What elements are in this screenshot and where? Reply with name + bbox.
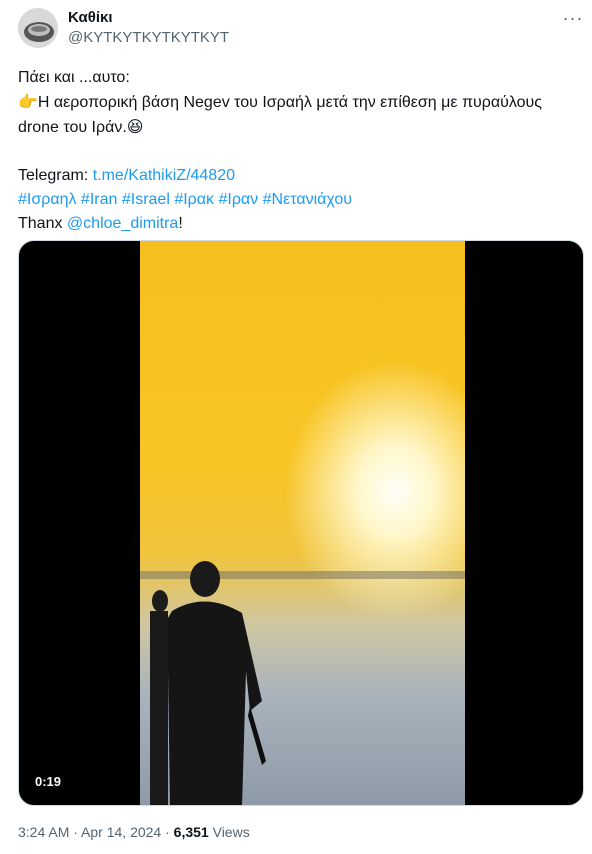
more-horizontal-icon: ··· bbox=[562, 7, 584, 28]
tweet-line-3: drone του Ιράν.😆 bbox=[18, 115, 578, 140]
avatar-image bbox=[18, 8, 58, 48]
tweet-line-3-text: drone του Ιράν. bbox=[18, 119, 127, 136]
tweet-line-2: 👉Η αεροπορική βάση Negev του Ισραήλ μετά… bbox=[18, 90, 578, 115]
video-player[interactable]: 0:19 bbox=[18, 240, 584, 806]
hashtag-link[interactable]: #Iran bbox=[81, 191, 117, 208]
hashtags-line: #Ισραηλ #Iran #Israel #Ιρακ #Ιραν #Νεταν… bbox=[18, 188, 578, 212]
thanks-line: Thanx @chloe_dimitra! bbox=[18, 212, 578, 236]
laughing-face-icon: 😆 bbox=[126, 117, 144, 136]
video-duration: 0:19 bbox=[31, 772, 66, 791]
hashtag-link[interactable]: #Ισραηλ bbox=[18, 191, 76, 208]
telegram-link[interactable]: t.me/KathikiZ/44820 bbox=[93, 167, 235, 184]
tweet-time[interactable]: 3:24 AM bbox=[18, 824, 69, 840]
hashtag-link[interactable]: #Νετανιάχου bbox=[263, 191, 352, 208]
meta-separator: · bbox=[69, 824, 82, 840]
thanks-prefix: Thanx bbox=[18, 215, 67, 232]
pointing-hand-icon: 👉 bbox=[18, 92, 38, 111]
tweet-line-1: Πάει και ...αυτο: bbox=[18, 69, 130, 86]
author-name[interactable]: Καθίκι bbox=[68, 9, 113, 27]
silhouette-figure bbox=[150, 561, 266, 805]
tweet-date[interactable]: Apr 14, 2024 bbox=[81, 824, 161, 840]
author-handle[interactable]: @KYTKYTKYTKYTKYT bbox=[68, 29, 229, 47]
thanks-suffix: ! bbox=[178, 215, 183, 232]
more-options-button[interactable]: ··· bbox=[558, 8, 588, 28]
tweet-text: Πάει και ...αυτο: 👉Η αεροπορική βάση Neg… bbox=[18, 66, 578, 236]
hashtag-link[interactable]: #Ιραν bbox=[218, 191, 258, 208]
views-count: 6,351 bbox=[173, 824, 209, 840]
tweet-line-2-text: Η αεροπορική βάση Negev του Ισραήλ μετά … bbox=[37, 94, 542, 111]
mention-link[interactable]: @chloe_dimitra bbox=[67, 215, 178, 232]
views-label: Views bbox=[208, 824, 250, 840]
tweet-meta: 3:24 AM · Apr 14, 2024 · 6,351 Views bbox=[18, 822, 250, 842]
telegram-label: Telegram: bbox=[18, 167, 93, 184]
hashtag-link[interactable]: #Israel bbox=[122, 191, 170, 208]
meta-separator: · bbox=[161, 824, 174, 840]
avatar[interactable] bbox=[18, 8, 58, 48]
video-frame bbox=[140, 241, 465, 805]
hashtag-link[interactable]: #Ιρακ bbox=[174, 191, 214, 208]
telegram-line: Telegram: t.me/KathikiZ/44820 bbox=[18, 164, 578, 188]
